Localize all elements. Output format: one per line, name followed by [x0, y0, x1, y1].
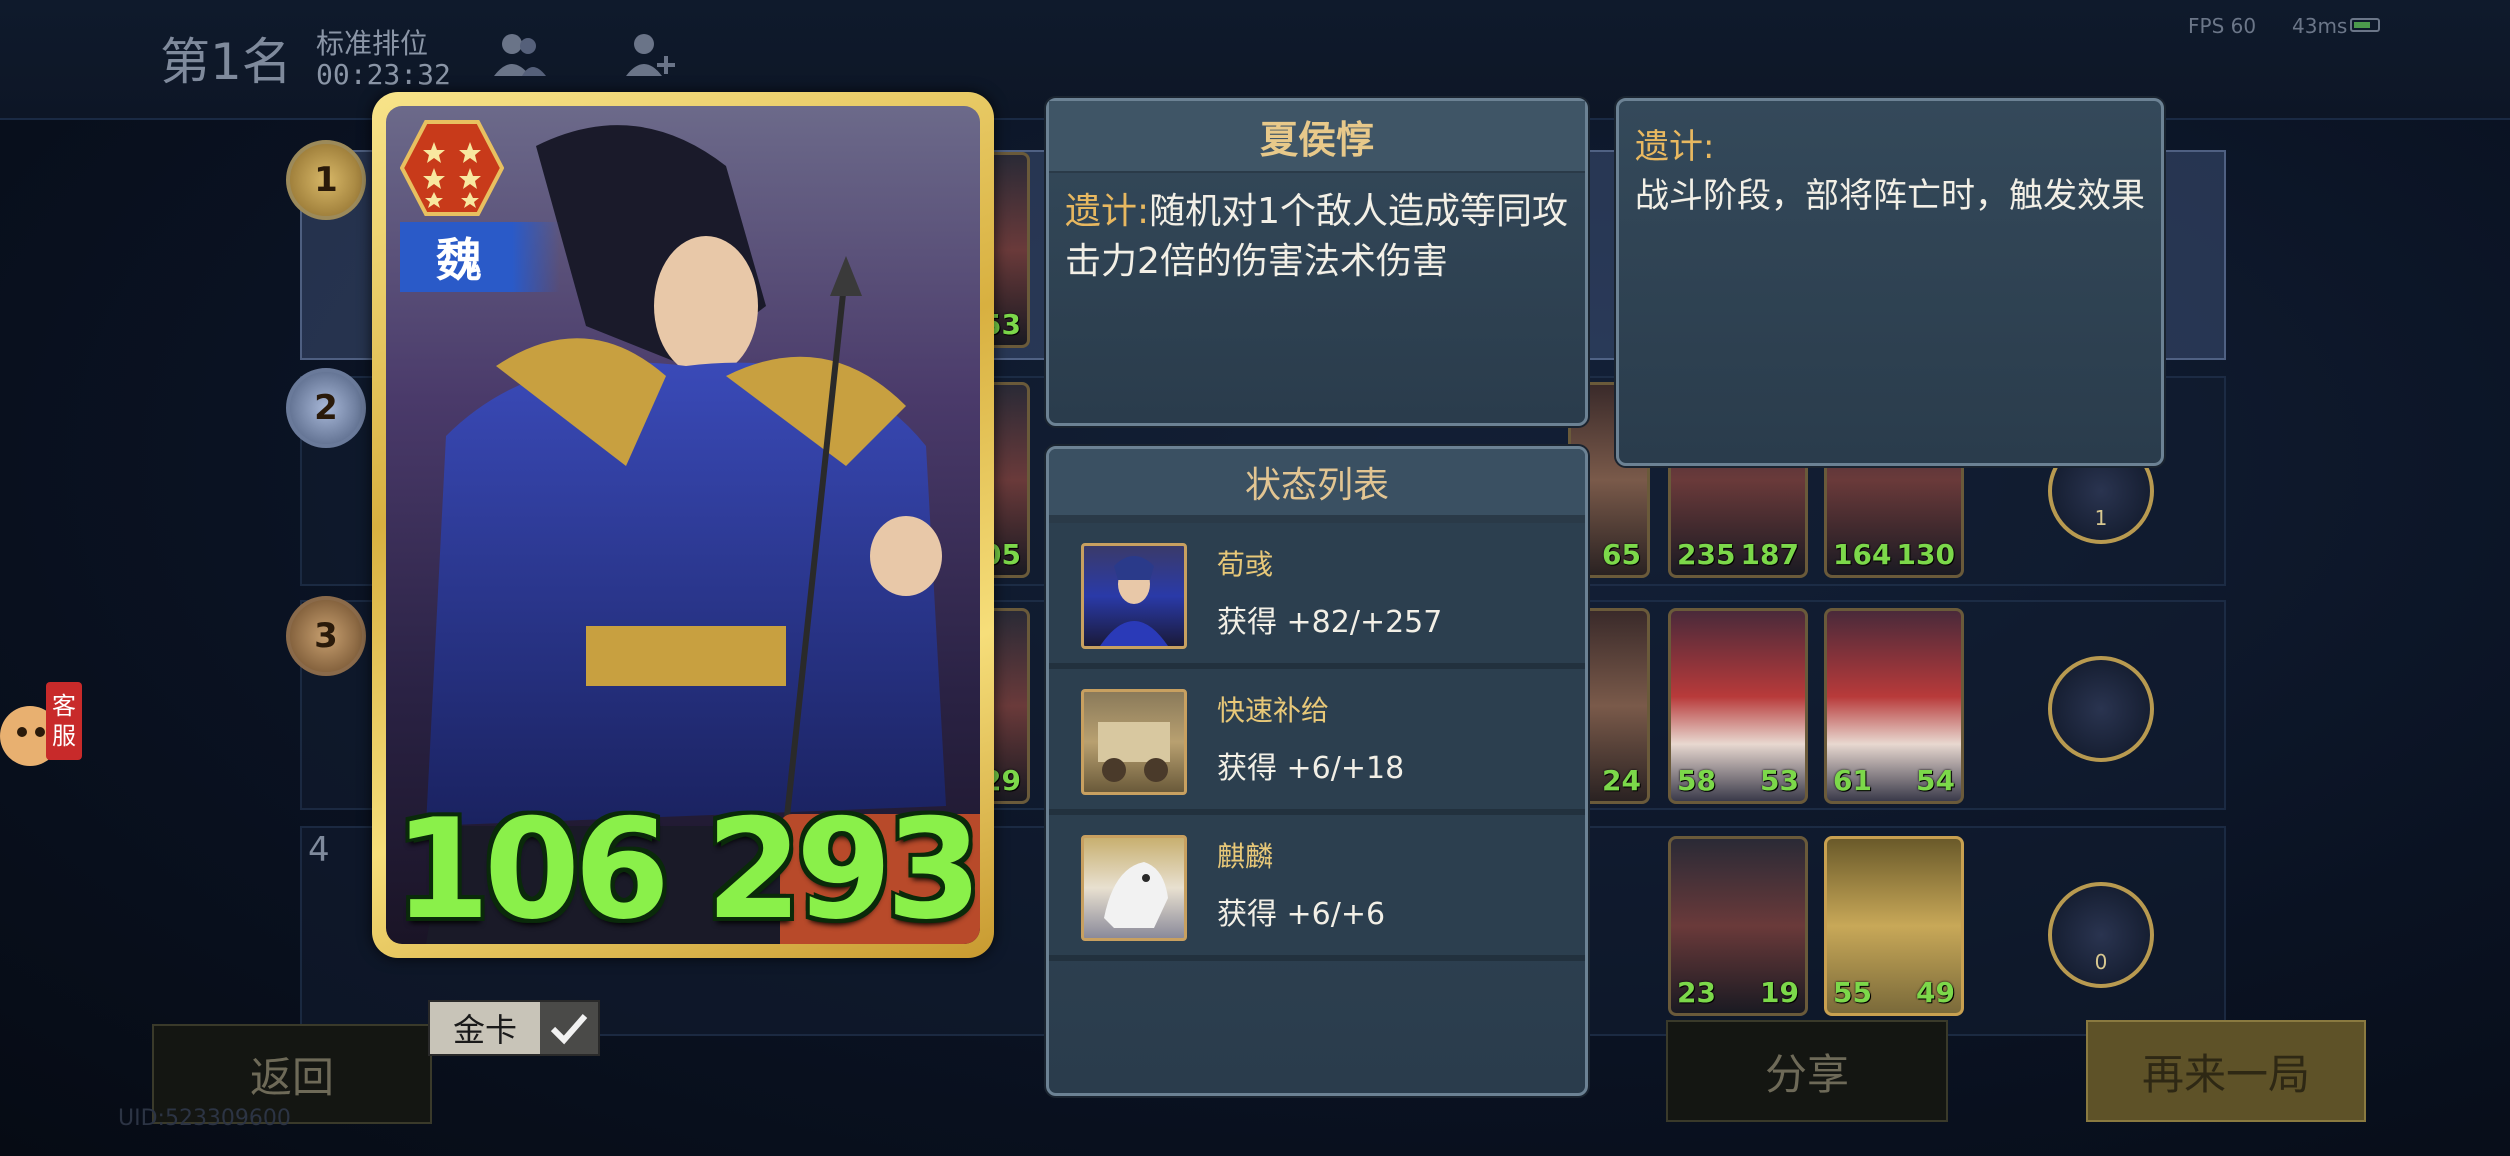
card-attack: 61 [1833, 764, 1872, 797]
rank-medal-2: 2 [286, 368, 366, 448]
share-button[interactable]: 分享 [1666, 1020, 1948, 1122]
card-attack: 164 [1833, 538, 1892, 571]
faction-label: 魏 [400, 222, 560, 292]
status-thumbnail [1081, 689, 1187, 795]
card-health: 187 [1740, 538, 1799, 571]
hero-name: 夏侯惇 [1049, 101, 1585, 173]
checkmark-icon [540, 1002, 598, 1054]
battery-icon [2350, 18, 2380, 32]
card-stat: 24 [1602, 764, 1641, 797]
mode-label: 标准排位 [316, 27, 429, 60]
customer-service-button[interactable]: 客 服 [0, 676, 86, 780]
keyword-description-panel: 遗计: 战斗阶段，部将阵亡时，触发效果 [1616, 98, 2164, 466]
card-health: 53 [1760, 764, 1799, 797]
status-name: 荀彧 [1217, 548, 1274, 581]
status-list-panel: 状态列表 荀彧 获得 +82/+257 快速补给 获得 +6/+18 麒麟 获得… [1046, 446, 1588, 1096]
play-again-button[interactable]: 再来一局 [2086, 1020, 2366, 1122]
skill-description: 遗计:随机对1个敌人造成等同攻击力2倍的伤害法术伤害 [1049, 173, 1585, 301]
user-id: UID:523309600 [118, 1106, 291, 1131]
orb-count: 1 [2094, 506, 2108, 530]
player-portrait-orb[interactable]: 0 [2048, 882, 2154, 988]
add-friend-icon[interactable] [624, 30, 680, 80]
friends-icon[interactable] [492, 30, 548, 80]
status-gain: 获得 +82/+257 [1217, 605, 1443, 640]
hero-portrait: 魏 106 293 [386, 106, 980, 944]
status-name: 麒麟 [1217, 840, 1274, 873]
card-health: 49 [1916, 976, 1955, 1009]
status-item[interactable]: 荀彧 获得 +82/+257 [1049, 523, 1585, 669]
card-attack: 55 [1833, 976, 1872, 1009]
status-thumbnail [1081, 835, 1187, 941]
board-card[interactable]: 55 49 [1824, 836, 1964, 1016]
card-health: 130 [1896, 538, 1955, 571]
rank-title: 第1名 [160, 33, 292, 91]
orb-count: 0 [2094, 950, 2108, 974]
card-attack: 23 [1677, 976, 1716, 1009]
player-portrait-orb[interactable] [2048, 656, 2154, 762]
card-attack: 58 [1677, 764, 1716, 797]
keyword-title: 遗计: [1635, 127, 1715, 167]
hero-health: 293 [705, 789, 980, 944]
status-name: 快速补给 [1217, 694, 1330, 727]
status-gain: 获得 +6/+18 [1217, 751, 1405, 786]
customer-service-label: 客 [52, 692, 76, 720]
status-list-title: 状态列表 [1049, 449, 1585, 523]
status-thumbnail [1081, 543, 1187, 649]
hero-attack: 106 [394, 789, 670, 944]
hero-card[interactable]: 魏 106 293 [372, 92, 994, 958]
skill-keyword: 遗计: [1065, 191, 1150, 232]
ping-readout: 43ms [2292, 14, 2348, 38]
card-health: 19 [1760, 976, 1799, 1009]
status-item[interactable]: 快速补给 获得 +6/+18 [1049, 669, 1585, 815]
elapsed-time: 00:23:32 [316, 58, 451, 91]
board-card[interactable]: 58 53 [1668, 608, 1808, 804]
gold-card-toggle[interactable]: 金卡 [428, 1000, 600, 1056]
svg-text:服: 服 [52, 722, 76, 750]
card-attack: 235 [1677, 538, 1736, 571]
rank-medal-1: 1 [286, 140, 366, 220]
star-rank-icon [399, 120, 505, 216]
rank-number-4: 4 [308, 830, 330, 870]
skill-panel: 夏侯惇 遗计:随机对1个敌人造成等同攻击力2倍的伤害法术伤害 [1046, 98, 1588, 426]
rank-medal-3: 3 [286, 596, 366, 676]
board-card[interactable]: 23 19 [1668, 836, 1808, 1016]
gold-card-label: 金卡 [452, 1011, 517, 1049]
card-health: 54 [1916, 764, 1955, 797]
keyword-text: 战斗阶段，部将阵亡时，触发效果 [1635, 176, 2145, 216]
board-card[interactable]: 61 54 [1824, 608, 1964, 804]
status-item[interactable]: 麒麟 获得 +6/+6 [1049, 815, 1585, 961]
card-stat: 65 [1602, 538, 1641, 571]
status-gain: 获得 +6/+6 [1217, 897, 1386, 932]
fps-readout: FPS 60 [2188, 14, 2257, 38]
